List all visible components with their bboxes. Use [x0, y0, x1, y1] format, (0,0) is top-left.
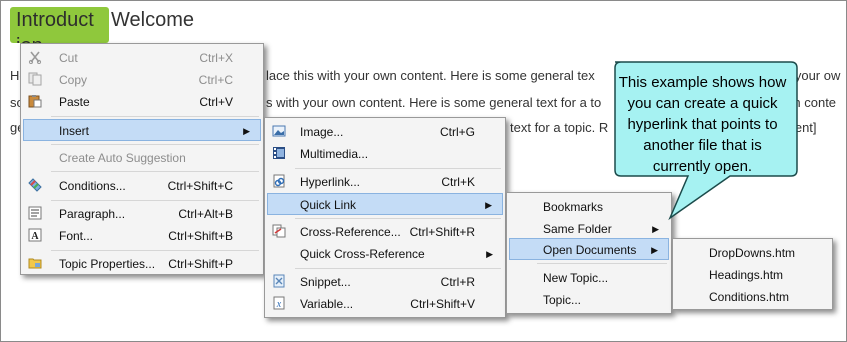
callout-text: This example shows how you can create a … [618, 74, 787, 175]
